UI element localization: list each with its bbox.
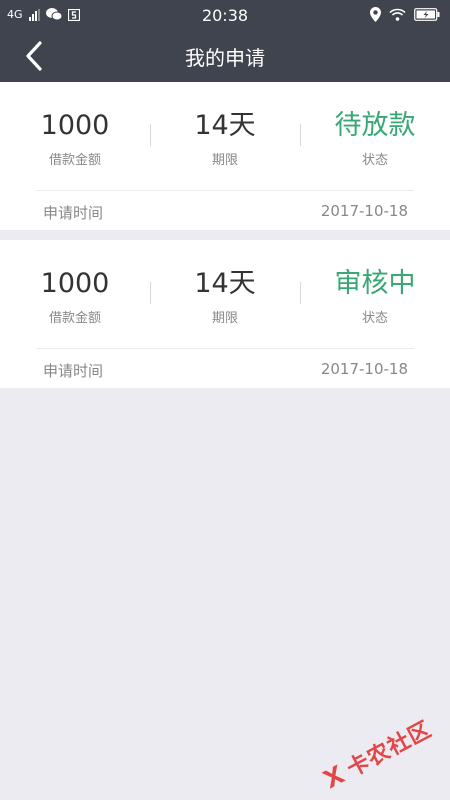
status-column: 待放款 状态 [300,110,450,168]
row-divider [36,190,414,191]
amount-column: 1000 借款金额 [0,110,150,168]
battery-icon [414,8,440,21]
status-right [370,7,440,22]
application-status: 待放款 [334,110,416,141]
apply-time-value: 2017-10-18 [320,202,408,220]
apply-time-label: 申请时间 [43,204,104,222]
loan-amount: 1000 [40,110,110,141]
amount-column: 1000 借款金额 [0,268,150,326]
top-bar: 4G 20:38 我的申请 [0,0,450,82]
application-card[interactable]: 1000 借款金额 14天 期限 待放款 状态 申请时间 2017-10-18 [0,82,450,230]
wifi-icon [389,8,406,21]
status-bar: 4G 20:38 [0,0,450,32]
application-card[interactable]: 1000 借款金额 14天 期限 审核中 状态 申请时间 2017-10-18 [0,240,450,388]
loan-amount-label: 借款金额 [48,311,101,326]
loan-term-label: 期限 [211,311,238,326]
loan-term-label: 期限 [211,153,238,168]
status-column: 审核中 状态 [300,268,450,326]
loan-term: 14天 [194,268,256,299]
loan-term: 14天 [194,110,256,141]
location-icon [370,7,381,22]
application-status: 审核中 [334,268,416,299]
watermark-text: 卡农社区 [343,716,437,783]
application-status-label: 状态 [361,153,388,168]
apply-time-value: 2017-10-18 [320,360,408,378]
term-column: 14天 期限 [150,268,300,326]
term-column: 14天 期限 [150,110,300,168]
nav-bar: 我的申请 [0,32,450,82]
watermark: 卡农社区 [315,712,436,797]
apply-time-label: 申请时间 [43,362,104,380]
application-status-label: 状态 [361,311,388,326]
loan-amount-label: 借款金额 [48,153,101,168]
page-title: 我的申请 [185,46,265,70]
row-divider [36,348,414,349]
loan-amount: 1000 [40,268,110,299]
